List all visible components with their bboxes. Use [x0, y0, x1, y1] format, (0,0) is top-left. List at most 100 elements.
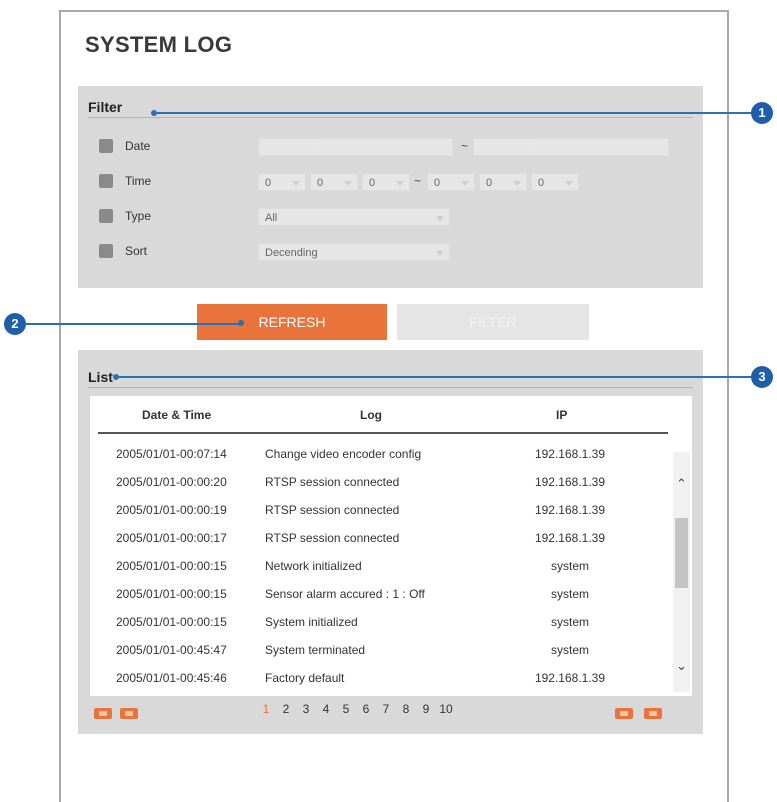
- cell-log: System initialized: [265, 615, 358, 629]
- table-row[interactable]: 2005/01/01-00:00:20 RTSP session connect…: [90, 469, 660, 495]
- table-row[interactable]: 2005/01/01-00:45:46 Factory default 192.…: [90, 665, 660, 691]
- type-select[interactable]: All: [258, 208, 450, 226]
- page-link[interactable]: 8: [396, 702, 416, 716]
- next-page-button[interactable]: [615, 708, 633, 719]
- chevron-right-icon: [620, 711, 628, 716]
- date-separator: ~: [461, 139, 469, 153]
- cell-date: 2005/01/01-00:00:17: [116, 531, 227, 545]
- date-start-input[interactable]: 2005-01-01: [258, 138, 453, 156]
- chevron-down-icon: [292, 181, 300, 186]
- type-label: Type: [125, 209, 152, 223]
- cell-ip: system: [550, 615, 589, 629]
- table-scrollbar[interactable]: ⌃ ⌄: [673, 452, 690, 692]
- cell-date: 2005/01/01-00:45:46: [116, 671, 227, 685]
- page-link[interactable]: 7: [376, 702, 396, 716]
- callout-2-line: [25, 323, 241, 325]
- chevron-down-icon: [565, 181, 573, 186]
- time-label: Time: [125, 174, 152, 188]
- cell-log: System terminated: [265, 643, 366, 657]
- chevron-down-icon: [344, 181, 352, 186]
- filter-row-sort: Sort: [99, 241, 147, 261]
- cell-date: 2005/01/01-00:00:19: [116, 503, 227, 517]
- page-link[interactable]: 1: [256, 702, 276, 716]
- cell-ip: 192.168.1.39: [534, 447, 606, 461]
- date-label: Date: [125, 139, 151, 153]
- filter-divider: [88, 117, 693, 118]
- page-link[interactable]: 9: [416, 702, 436, 716]
- table-row[interactable]: 2005/01/01-00:45:47 System terminated sy…: [90, 637, 660, 663]
- chevron-down-icon: [436, 251, 444, 256]
- cell-date: 2005/01/01-00:00:15: [116, 615, 227, 629]
- page-link[interactable]: 3: [296, 702, 316, 716]
- callout-1-line: [154, 112, 752, 114]
- chevron-down-icon: [513, 181, 521, 186]
- callout-3-line: [116, 376, 752, 378]
- table-row[interactable]: 2005/01/01-00:07:14 Change video encoder…: [90, 441, 660, 467]
- page-link[interactable]: 10: [436, 702, 456, 716]
- time-end-hour-select[interactable]: 0: [427, 173, 475, 191]
- callout-2-badge: 2: [4, 313, 26, 335]
- cell-log: Change video encoder config: [265, 447, 422, 461]
- table-row[interactable]: 2005/01/01-00:00:15 System initialized s…: [90, 609, 660, 635]
- previous-page-button[interactable]: [120, 708, 138, 719]
- cell-log: RTSP session connected: [265, 531, 400, 545]
- refresh-button[interactable]: REFRESH: [197, 304, 387, 340]
- chevron-down-icon[interactable]: ⌄: [673, 656, 690, 676]
- list-divider: [88, 387, 693, 388]
- time-end-second-select[interactable]: 0: [531, 173, 579, 191]
- type-checkbox[interactable]: [99, 209, 113, 223]
- column-header-ip: IP: [556, 408, 568, 422]
- first-page-button[interactable]: [94, 708, 112, 719]
- cell-log: RTSP session connected: [265, 503, 400, 517]
- sort-select[interactable]: Decending: [258, 243, 450, 261]
- cell-log: Factory default: [265, 671, 345, 685]
- list-section: List Date & Time Log IP 2005/01/01-00:07…: [78, 350, 703, 734]
- chevron-down-icon: [461, 181, 469, 186]
- double-chevron-left-icon: [99, 711, 107, 716]
- table-row[interactable]: 2005/01/01-00:00:15 Network initialized …: [90, 553, 660, 579]
- header-divider: [98, 432, 668, 434]
- page-link[interactable]: 2: [276, 702, 296, 716]
- time-separator: ~: [414, 174, 422, 188]
- cell-ip: system: [550, 559, 589, 573]
- cell-date: 2005/01/01-00:00:20: [116, 475, 227, 489]
- page-link[interactable]: 6: [356, 702, 376, 716]
- callout-3-badge: 3: [751, 366, 773, 388]
- time-start-second-select[interactable]: 0: [362, 173, 410, 191]
- cell-date: 2005/01/01-00:07:14: [116, 447, 227, 461]
- cell-ip: 192.168.1.39: [534, 671, 606, 685]
- last-page-button[interactable]: [644, 708, 662, 719]
- cell-date: 2005/01/01-00:45:47: [116, 643, 227, 657]
- time-checkbox[interactable]: [99, 174, 113, 188]
- chevron-left-icon: [125, 711, 133, 716]
- filter-heading: Filter: [88, 99, 123, 115]
- date-end-input[interactable]: 2005-01-01: [473, 138, 669, 156]
- column-header-date: Date & Time: [142, 408, 212, 422]
- time-start-hour-select[interactable]: 0: [258, 173, 306, 191]
- cell-log: Network initialized: [265, 559, 362, 573]
- cell-log: Sensor alarm accured : 1 : Off: [265, 587, 425, 601]
- list-heading: List: [88, 369, 113, 385]
- filter-row-date: Date: [99, 136, 150, 156]
- log-table: Date & Time Log IP 2005/01/01-00:07:14 C…: [90, 396, 692, 696]
- time-end-minute-select[interactable]: 0: [479, 173, 527, 191]
- pagination: 1 2 3 4 5 6 7 8 9 10: [256, 702, 456, 716]
- sort-checkbox[interactable]: [99, 244, 113, 258]
- table-row[interactable]: 2005/01/01-00:00:19 RTSP session connect…: [90, 497, 660, 523]
- column-header-log: Log: [360, 408, 382, 422]
- scrollbar-thumb[interactable]: [675, 518, 688, 588]
- cell-ip: 192.168.1.39: [534, 475, 606, 489]
- page-link[interactable]: 5: [336, 702, 356, 716]
- page-title: SYSTEM LOG: [85, 32, 233, 57]
- page-link[interactable]: 4: [316, 702, 336, 716]
- filter-row-time: Time: [99, 171, 151, 191]
- table-row[interactable]: 2005/01/01-00:00:17 RTSP session connect…: [90, 525, 660, 551]
- chevron-up-icon[interactable]: ⌃: [673, 474, 690, 494]
- time-start-minute-select[interactable]: 0: [310, 173, 358, 191]
- date-checkbox[interactable]: [99, 139, 113, 153]
- table-row[interactable]: 2005/01/01-00:00:15 Sensor alarm accured…: [90, 581, 660, 607]
- filter-button[interactable]: FILTER: [397, 304, 589, 340]
- cell-date: 2005/01/01-00:00:15: [116, 559, 227, 573]
- callout-1-badge: 1: [751, 102, 773, 124]
- double-chevron-right-icon: [649, 711, 657, 716]
